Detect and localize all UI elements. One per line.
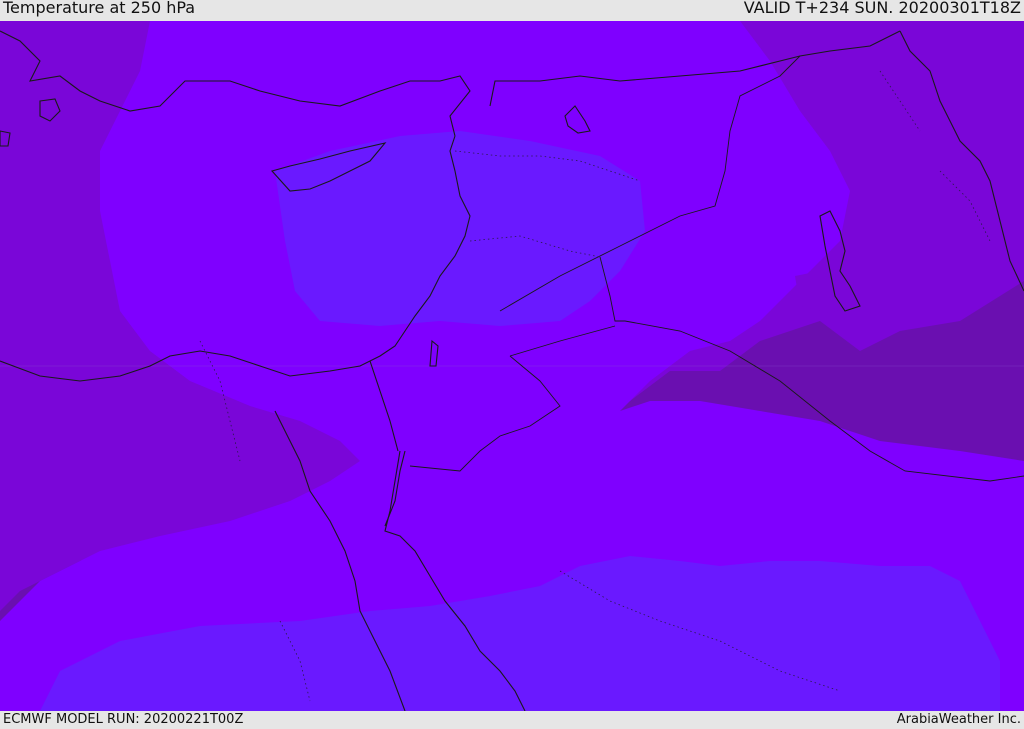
footer-bar: ECMWF MODEL RUN: 20200221T00Z ArabiaWeat… <box>0 711 1024 729</box>
header-bar: Temperature at 250 hPa VALID T+234 SUN. … <box>0 0 1024 21</box>
temperature-band-cool-north <box>275 131 645 326</box>
credit-label: ArabiaWeather Inc. <box>896 712 1021 727</box>
model-run-label: ECMWF MODEL RUN: 20200221T00Z <box>3 712 244 727</box>
map-title: Temperature at 250 hPa <box>3 0 196 17</box>
valid-time: VALID T+234 SUN. 20200301T18Z <box>743 0 1021 17</box>
map-canvas <box>0 21 1024 711</box>
